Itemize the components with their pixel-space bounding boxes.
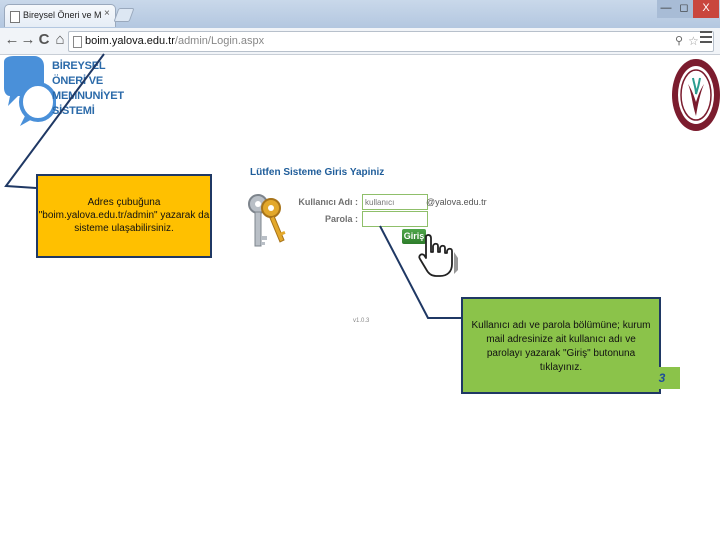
- page-icon: [73, 36, 82, 48]
- address-bar[interactable]: boim.yalova.edu.tr/admin/Login.aspx ⚲ ☆: [68, 31, 714, 52]
- username-label: Kullanıcı Adı :: [298, 197, 358, 207]
- tab-close-button[interactable]: ×: [104, 8, 110, 19]
- version-label: v1.0.3: [353, 318, 370, 324]
- browser-menu-button[interactable]: [698, 28, 714, 46]
- instruction-callout-login: Kullanıcı adı ve parola bölümüne; kurum …: [461, 297, 661, 394]
- logo-line: ÖNERİ VE: [52, 75, 103, 87]
- logo-text: BİREYSEL ÖNERİ VE MEMNUNİYET SİSTEMİ: [52, 59, 124, 119]
- url-host: boim.yalova.edu.tr: [85, 35, 175, 47]
- window-close-button[interactable]: X: [693, 0, 719, 18]
- browser-tab[interactable]: Bireysel Öneri ve Memnun ×: [4, 4, 116, 27]
- browser-toolbar: ← → C ⌂ boim.yalova.edu.tr/admin/Login.a…: [0, 28, 720, 55]
- logo-line: BİREYSEL: [52, 60, 106, 72]
- username-input[interactable]: [362, 194, 428, 210]
- logo-speech-bubbles-icon: [4, 56, 56, 126]
- home-button[interactable]: ⌂: [52, 31, 68, 49]
- login-heading: Lütfen Sisteme Giris Yapiniz: [250, 167, 385, 178]
- tab-title: Bireysel Öneri ve Memnun: [23, 10, 101, 20]
- window-maximize-button[interactable]: ◻: [675, 0, 693, 18]
- password-input[interactable]: [362, 211, 428, 227]
- page-favicon-icon: [10, 11, 20, 23]
- logo-line: SİSTEMİ: [52, 105, 95, 117]
- domain-suffix: @yalova.edu.tr: [426, 197, 487, 207]
- reload-button[interactable]: C: [36, 31, 52, 49]
- university-seal-icon: [672, 59, 720, 131]
- keys-icon: [248, 194, 286, 247]
- search-zoom-icon[interactable]: ⚲: [675, 32, 683, 51]
- password-label: Parola :: [324, 214, 358, 224]
- url-path: /admin/Login.aspx: [174, 35, 265, 47]
- back-button[interactable]: ←: [4, 31, 20, 49]
- step-number-badge: 3: [644, 367, 680, 389]
- url-text: boim.yalova.edu.tr/admin/Login.aspx: [85, 32, 264, 51]
- hand-cursor-icon: [418, 234, 458, 277]
- instruction-callout-address-bar: Adres çubuğuna "boim.yalova.edu.tr/admin…: [36, 174, 212, 258]
- window-minimize-button[interactable]: —: [657, 0, 675, 18]
- logo-line: MEMNUNİYET: [52, 90, 124, 102]
- forward-button[interactable]: →: [20, 31, 36, 49]
